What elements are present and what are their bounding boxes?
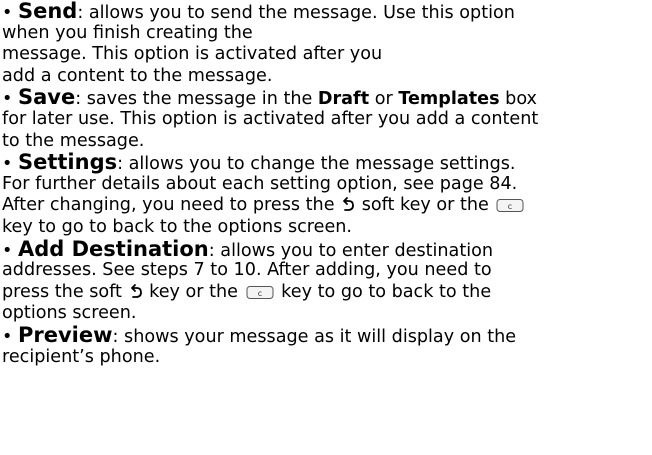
- templates-box-name: Templates: [398, 89, 500, 110]
- option-term-send: Send: [17, 0, 78, 23]
- manual-page: • Send: allows you to send the message. …: [0, 0, 652, 455]
- option-settings: • Settings: allows you to change the mes…: [2, 150, 652, 238]
- option-term-add-destination: Add Destination: [17, 236, 209, 261]
- bullet: •: [2, 89, 13, 110]
- option-desc: press the soft: [2, 281, 128, 302]
- bullet: •: [2, 240, 13, 261]
- option-desc: After changing, you need to press the: [2, 195, 341, 216]
- bullet: •: [2, 3, 13, 23]
- option-desc: key or the: [143, 281, 244, 302]
- key-label: c: [257, 289, 261, 298]
- bullet: •: [2, 154, 13, 175]
- option-desc: : allows you to change the message setti…: [117, 154, 516, 175]
- draft-box-name: Draft: [317, 89, 370, 110]
- bullet: •: [2, 326, 13, 347]
- option-term-settings: Settings: [17, 150, 118, 175]
- option-desc: to the message.: [2, 130, 145, 151]
- option-desc: soft key or the: [356, 195, 495, 216]
- option-desc: message. This option is activated after …: [2, 44, 383, 65]
- back-arrow-icon: [343, 197, 355, 212]
- option-add-destination: • Add Destination: allows you to enter d…: [2, 236, 652, 325]
- option-desc: For further details about each setting o…: [2, 173, 518, 194]
- option-save: • Save: saves the message in the Draft o…: [2, 87, 652, 152]
- clear-key-icon: c: [246, 285, 274, 299]
- option-term-save: Save: [17, 85, 76, 110]
- option-desc: addresses. See steps 7 to 10. After addi…: [2, 260, 492, 281]
- option-desc: add a content to the message.: [2, 65, 273, 86]
- option-desc: for later use. This option is activated …: [2, 108, 539, 129]
- option-desc: : saves the message in the: [75, 89, 318, 110]
- option-desc: key to go to back to the options screen.: [2, 216, 353, 237]
- option-desc: : shows your message as it will display …: [112, 326, 517, 347]
- option-desc: : allows you to enter destination: [208, 240, 494, 261]
- option-term-preview: Preview: [17, 322, 113, 347]
- option-preview: • Preview: shows your message as it will…: [2, 322, 652, 368]
- key-label: c: [508, 202, 512, 211]
- option-desc: options screen.: [2, 303, 137, 324]
- clear-key-icon: c: [496, 199, 524, 213]
- option-desc: : allows you to send the message. Use th…: [77, 3, 515, 23]
- option-desc: box: [499, 89, 537, 110]
- option-desc: key to go to back to the: [275, 281, 492, 302]
- option-send: • Send: allows you to send the message. …: [2, 0, 652, 87]
- option-desc: or: [369, 89, 399, 110]
- option-desc: recipient’s phone.: [2, 346, 161, 367]
- option-desc: when you finish creating the: [2, 22, 253, 43]
- back-arrow-icon: [130, 283, 142, 298]
